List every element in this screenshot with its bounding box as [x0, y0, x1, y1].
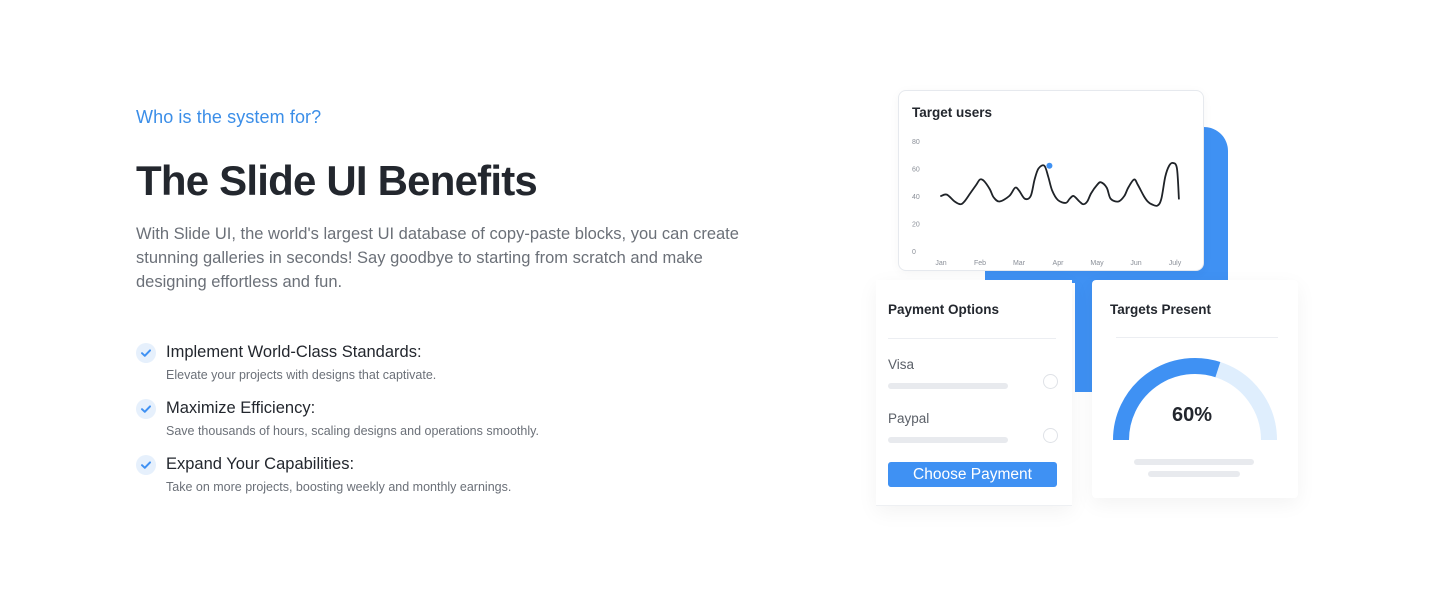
card-title: Targets Present	[1110, 302, 1212, 317]
y-tick-label: 0	[912, 249, 916, 256]
x-tick-label: Jan	[935, 260, 946, 267]
y-tick-label: 80	[912, 139, 920, 146]
placeholder-bar	[1134, 459, 1254, 465]
target-users-card: Target users 0 20 40 60 80 Jan Feb Mar Apr May Jun…	[898, 90, 1204, 271]
y-tick-label: 40	[912, 194, 920, 201]
feature-item: Expand Your Capabilities: Take on more p…	[136, 452, 776, 508]
check-icon	[136, 455, 156, 475]
gauge-value: 60%	[1171, 404, 1213, 426]
payment-option-label: Visa	[888, 357, 915, 372]
benefits-section: Who is the system for? The Slide UI Bene…	[136, 104, 776, 508]
payment-option-visa[interactable]: Visa	[888, 357, 1058, 389]
placeholder-bar	[888, 437, 1008, 443]
radio-button[interactable]	[1043, 374, 1058, 389]
feature-subtitle: Take on more projects, boosting weekly a…	[166, 480, 512, 494]
feature-title: Implement World-Class Standards:	[166, 343, 422, 361]
x-tick-label: May	[1090, 260, 1104, 267]
feature-subtitle: Elevate your projects with designs that …	[166, 368, 437, 382]
section-eyebrow: Who is the system for?	[136, 107, 322, 127]
decorative-blue-stem	[1075, 280, 1093, 392]
section-title: The Slide UI Benefits	[136, 157, 538, 204]
placeholder-bar	[888, 383, 1008, 389]
placeholder-bar	[1148, 471, 1240, 477]
check-icon	[136, 399, 156, 419]
feature-item: Implement World-Class Standards: Elevate…	[136, 340, 776, 396]
divider	[888, 338, 1056, 339]
targets-gauge	[1113, 358, 1277, 441]
payment-option-paypal[interactable]: Paypal	[888, 411, 1058, 443]
x-tick-label: July	[1169, 260, 1182, 267]
x-tick-label: Feb	[974, 260, 986, 267]
dashboard-illustration: Target users 0 20 40 60 80 Jan Feb Mar Apr May Jun…	[860, 80, 1320, 520]
feature-list: Implement World-Class Standards: Elevate…	[136, 340, 776, 508]
feature-title: Expand Your Capabilities:	[166, 455, 355, 473]
y-tick-label: 20	[912, 222, 920, 229]
divider	[1116, 337, 1278, 338]
choose-payment-button[interactable]: Choose Payment	[888, 462, 1057, 487]
feature-item: Maximize Efficiency: Save thousands of h…	[136, 396, 776, 452]
series-line	[940, 161, 1180, 207]
section-description: With Slide UI, the world's largest UI da…	[136, 225, 739, 291]
check-icon	[136, 343, 156, 363]
feature-title: Maximize Efficiency:	[166, 399, 316, 417]
target-users-chart: 0 20 40 60 80 Jan Feb Mar Apr May Jun July	[912, 139, 1182, 267]
payment-option-label: Paypal	[888, 411, 930, 426]
radio-button[interactable]	[1043, 428, 1058, 443]
payment-options-card: Payment Options Visa Paypal Choose Payme…	[876, 280, 1072, 506]
y-tick-label: 60	[912, 167, 920, 174]
feature-subtitle: Save thousands of hours, scaling designs…	[166, 424, 539, 438]
card-title: Payment Options	[888, 302, 1000, 317]
targets-present-card: Targets Present 60%	[1092, 280, 1298, 498]
gauge-fill	[1113, 358, 1221, 441]
x-tick-label: Jun	[1130, 260, 1141, 267]
highlight-point	[1046, 162, 1053, 169]
x-tick-label: Mar	[1013, 260, 1026, 267]
x-tick-label: Apr	[1053, 260, 1065, 267]
